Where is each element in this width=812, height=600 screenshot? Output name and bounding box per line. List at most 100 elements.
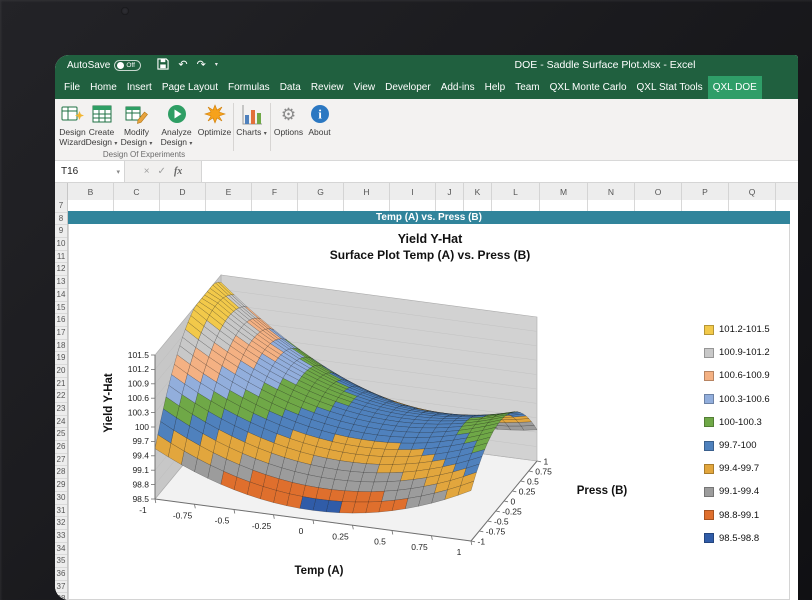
group-separator bbox=[233, 103, 234, 151]
row-headers: 7891011121314151617181920212223242526272… bbox=[55, 200, 68, 600]
about-button[interactable]: iAbout bbox=[302, 101, 337, 138]
row-header-30[interactable]: 30 bbox=[55, 492, 67, 505]
row-header-33[interactable]: 33 bbox=[55, 530, 67, 543]
create-design-button[interactable]: CreateDesign ▾ bbox=[84, 101, 119, 149]
ribbon-tab-team[interactable]: Team bbox=[510, 76, 544, 99]
row-header-7[interactable]: 7 bbox=[55, 200, 67, 213]
svg-text:0.25: 0.25 bbox=[519, 487, 536, 497]
row-header-16[interactable]: 16 bbox=[55, 314, 67, 327]
svg-text:-1: -1 bbox=[478, 537, 486, 547]
legend-item[interactable]: 100.6-100.9 bbox=[704, 364, 790, 387]
ribbon-tab-help[interactable]: Help bbox=[480, 76, 511, 99]
ribbon-tab-home[interactable]: Home bbox=[85, 76, 122, 99]
surface-chart[interactable]: 101.5101.2100.9100.6100.310099.799.499.1… bbox=[68, 224, 790, 600]
row-header-22[interactable]: 22 bbox=[55, 390, 67, 403]
enter-icon[interactable]: ✓ bbox=[158, 166, 166, 177]
row-header-18[interactable]: 18 bbox=[55, 340, 67, 353]
options-button[interactable]: ⚙Options bbox=[271, 101, 306, 138]
row-header-20[interactable]: 20 bbox=[55, 365, 67, 378]
row-header-38[interactable]: 38 bbox=[55, 593, 67, 600]
redo-icon[interactable]: ↷ bbox=[197, 60, 206, 71]
svg-text:0.5: 0.5 bbox=[527, 477, 539, 487]
name-box[interactable]: T16 ▾ bbox=[55, 161, 125, 182]
toggle-knob-icon bbox=[117, 62, 124, 69]
ribbon-tab-developer[interactable]: Developer bbox=[380, 76, 436, 99]
row-header-14[interactable]: 14 bbox=[55, 289, 67, 302]
row-header-36[interactable]: 36 bbox=[55, 568, 67, 581]
modify-design-button[interactable]: ModifyDesign ▾ bbox=[119, 101, 154, 149]
ribbon-tab-page-layout[interactable]: Page Layout bbox=[157, 76, 223, 99]
row-header-37[interactable]: 37 bbox=[55, 581, 67, 594]
optimize-button[interactable]: Optimize bbox=[197, 101, 232, 138]
ribbon-tab-qxl-stat-tools[interactable]: QXL Stat Tools bbox=[632, 76, 708, 99]
charts-button[interactable]: Charts ▾ bbox=[234, 101, 269, 140]
row-header-26[interactable]: 26 bbox=[55, 441, 67, 454]
row-header-12[interactable]: 12 bbox=[55, 263, 67, 276]
row-header-17[interactable]: 17 bbox=[55, 327, 67, 340]
ribbon-tab-formulas[interactable]: Formulas bbox=[223, 76, 275, 99]
row-header-13[interactable]: 13 bbox=[55, 276, 67, 289]
qat-customize-caret-icon[interactable]: ▾ bbox=[215, 60, 218, 71]
ribbon-tab-review[interactable]: Review bbox=[306, 76, 349, 99]
row-header-34[interactable]: 34 bbox=[55, 543, 67, 556]
ribbon-button-label: AnalyzeDesign ▾ bbox=[159, 128, 194, 149]
legend-item[interactable]: 99.4-99.7 bbox=[704, 457, 790, 480]
chart-header-cell[interactable]: Temp (A) vs. Press (B) bbox=[68, 211, 790, 224]
row-header-23[interactable]: 23 bbox=[55, 403, 67, 416]
ribbon-tab-insert[interactable]: Insert bbox=[122, 76, 157, 99]
save-icon[interactable] bbox=[157, 58, 169, 73]
row-header-28[interactable]: 28 bbox=[55, 466, 67, 479]
ribbon-tab-data[interactable]: Data bbox=[275, 76, 306, 99]
legend-item[interactable]: 100-100.3 bbox=[704, 411, 790, 434]
ribbon-tab-file[interactable]: File bbox=[59, 76, 85, 99]
svg-text:0.75: 0.75 bbox=[411, 542, 428, 552]
row-header-32[interactable]: 32 bbox=[55, 517, 67, 530]
row-header-19[interactable]: 19 bbox=[55, 352, 67, 365]
row-header-9[interactable]: 9 bbox=[55, 225, 67, 238]
legend-swatch bbox=[704, 510, 714, 520]
row-header-21[interactable]: 21 bbox=[55, 378, 67, 391]
optimize-icon bbox=[197, 101, 232, 128]
chart-title-line1: Yield Y-Hat bbox=[69, 232, 791, 246]
surface-plot[interactable]: 101.5101.2100.9100.6100.310099.799.499.1… bbox=[69, 224, 791, 598]
row-header-15[interactable]: 15 bbox=[55, 302, 67, 315]
insert-function-icon[interactable]: fx bbox=[174, 166, 182, 177]
legend-item[interactable]: 100.3-100.6 bbox=[704, 388, 790, 411]
row-header-31[interactable]: 31 bbox=[55, 505, 67, 518]
charts-icon bbox=[234, 101, 269, 128]
formula-input[interactable] bbox=[202, 161, 798, 182]
gridline bbox=[297, 200, 298, 211]
legend-item[interactable]: 100.9-101.2 bbox=[704, 341, 790, 364]
sheet-grid[interactable]: 7891011121314151617181920212223242526272… bbox=[55, 200, 798, 600]
row-header-11[interactable]: 11 bbox=[55, 251, 67, 264]
name-box-caret-icon[interactable]: ▾ bbox=[116, 168, 124, 176]
row-header-29[interactable]: 29 bbox=[55, 479, 67, 492]
legend-item[interactable]: 101.2-101.5 bbox=[704, 318, 790, 341]
svg-text:-0.5: -0.5 bbox=[494, 517, 509, 527]
chart-legend[interactable]: 101.2-101.5 100.9-101.2 100.6-100.9100.3-1… bbox=[704, 318, 790, 550]
legend-item[interactable]: 98.8-99.1 bbox=[704, 504, 790, 527]
gridline bbox=[251, 200, 252, 211]
row-header-24[interactable]: 24 bbox=[55, 416, 67, 429]
row-header-27[interactable]: 27 bbox=[55, 454, 67, 467]
row-header-8[interactable]: 8 bbox=[55, 213, 67, 226]
svg-text:-0.75: -0.75 bbox=[173, 510, 193, 520]
ribbon-tab-qxl-monte-carlo[interactable]: QXL Monte Carlo bbox=[545, 76, 632, 99]
legend-item[interactable]: 99.1-99.4 bbox=[704, 480, 790, 503]
ribbon-tab-qxl-doe[interactable]: QXL DOE bbox=[708, 76, 762, 99]
ribbon-tab-view[interactable]: View bbox=[349, 76, 381, 99]
legend-item[interactable]: 99.7-100 bbox=[704, 434, 790, 457]
analyze-design-button[interactable]: AnalyzeDesign ▾ bbox=[159, 101, 194, 149]
svg-text:101.2: 101.2 bbox=[128, 364, 150, 374]
ribbon-tab-add-ins[interactable]: Add-ins bbox=[436, 76, 480, 99]
ribbon-button-label: CreateDesign ▾ bbox=[84, 128, 119, 149]
row-header-35[interactable]: 35 bbox=[55, 555, 67, 568]
svg-text:-0.25: -0.25 bbox=[502, 507, 522, 517]
row-header-25[interactable]: 25 bbox=[55, 428, 67, 441]
undo-icon[interactable]: ↶ bbox=[178, 60, 187, 71]
autosave-toggle[interactable]: AutoSave Off bbox=[67, 60, 141, 71]
legend-item[interactable]: 98.5-98.8 bbox=[704, 527, 790, 550]
row-header-10[interactable]: 10 bbox=[55, 238, 67, 251]
legend-label: 100.9-101.2 bbox=[719, 347, 770, 358]
cancel-icon[interactable]: × bbox=[144, 166, 150, 177]
